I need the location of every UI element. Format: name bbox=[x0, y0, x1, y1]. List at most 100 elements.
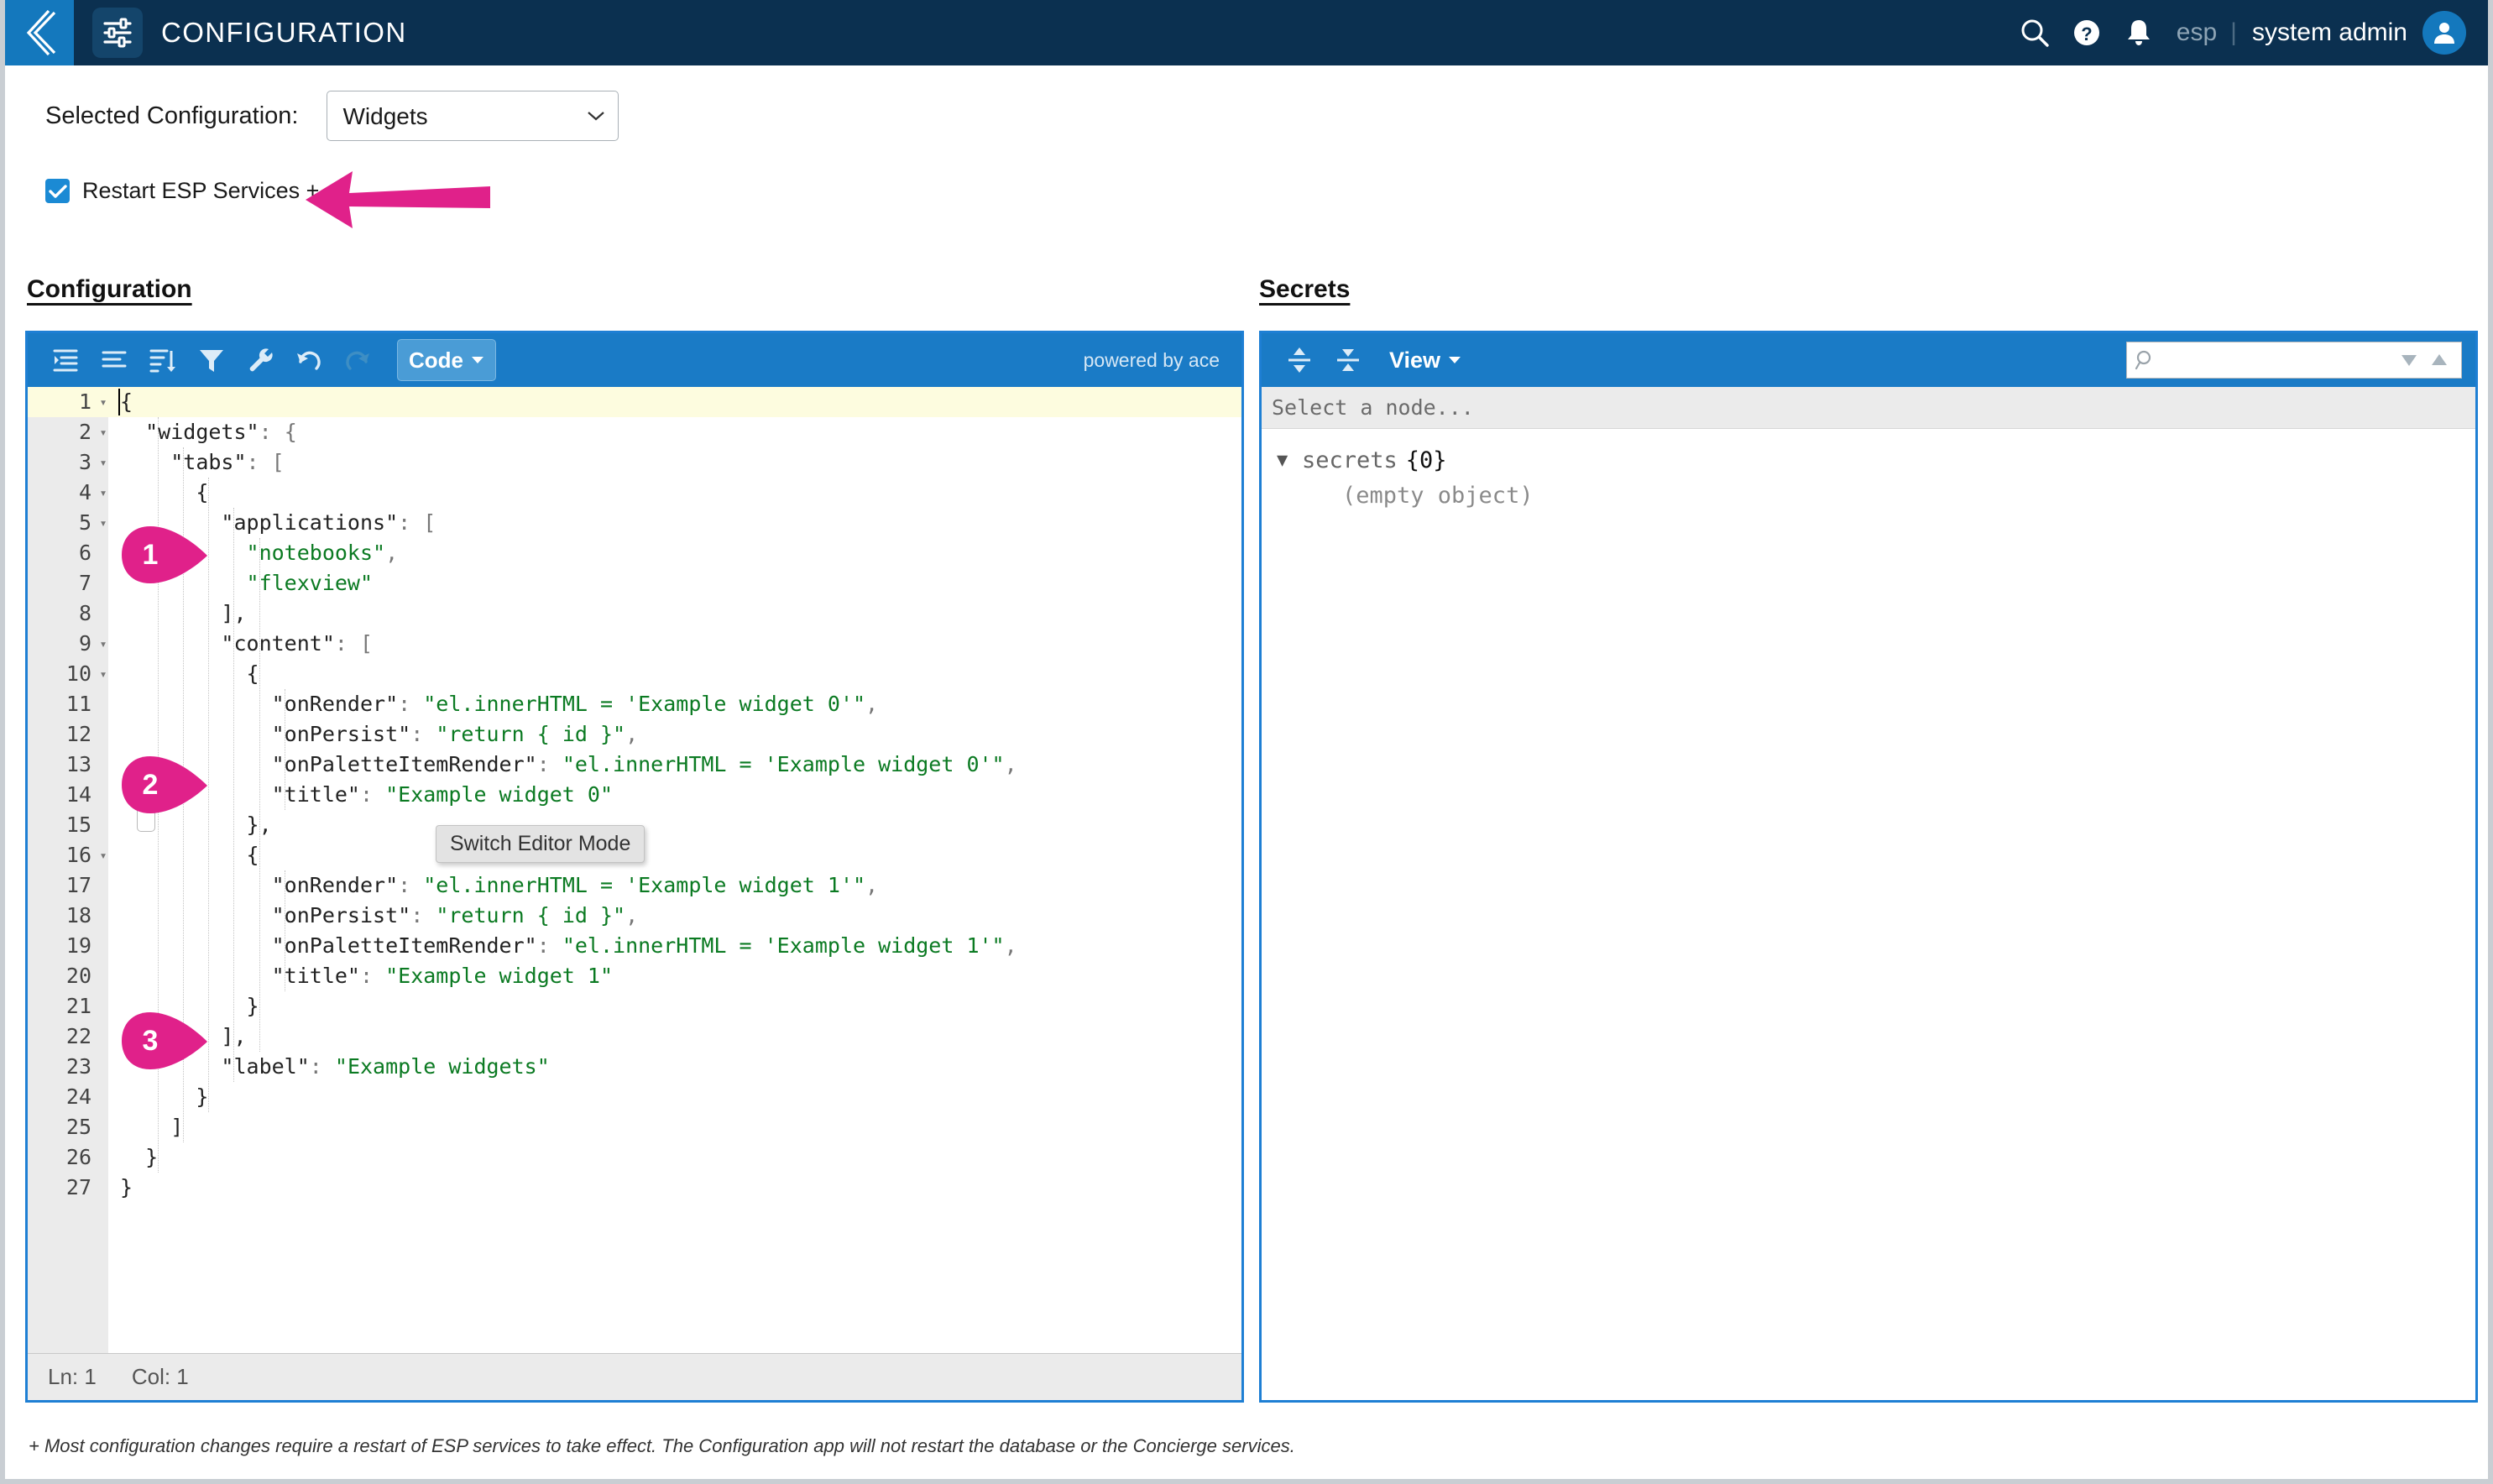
code-line[interactable]: 2 ▾ "widgets": { bbox=[28, 417, 1241, 447]
secrets-search-box[interactable] bbox=[2126, 342, 2462, 379]
code-line[interactable]: 26 } bbox=[28, 1142, 1241, 1173]
fold-toggle-icon[interactable]: ▾ bbox=[95, 417, 112, 447]
code-source: "onPersist": "return { id }", bbox=[271, 722, 639, 746]
code-source: { bbox=[246, 843, 259, 867]
code-line[interactable]: 20 "title": "Example widget 1" bbox=[28, 961, 1241, 991]
line-number: 7 bbox=[78, 571, 91, 595]
editor-status-bar: Ln: 1 Col: 1 bbox=[28, 1353, 1241, 1400]
fold-toggle-icon[interactable]: ▾ bbox=[95, 659, 112, 689]
editor-toolbar: Code powered by ace bbox=[28, 333, 1241, 387]
line-number: 23 bbox=[65, 1054, 91, 1079]
line-number: 6 bbox=[78, 541, 91, 565]
code-line[interactable]: 9 ▾ "content": [ bbox=[28, 629, 1241, 659]
code-source: { bbox=[196, 480, 209, 504]
caret-down-nav-icon[interactable] bbox=[2400, 353, 2418, 368]
code-line[interactable]: 5 ▾ "applications": [ bbox=[28, 508, 1241, 538]
code-line[interactable]: 18 "onPersist": "return { id }", bbox=[28, 901, 1241, 931]
configuration-select[interactable]: Widgets bbox=[327, 91, 619, 141]
line-number: 26 bbox=[65, 1145, 91, 1169]
code-line[interactable]: 19 "onPaletteItemRender": "el.innerHTML … bbox=[28, 931, 1241, 961]
wrench-icon[interactable] bbox=[236, 338, 285, 382]
secrets-tree: ▼ secrets {0} (empty object) bbox=[1262, 429, 2475, 513]
code-line[interactable]: 17 "onRender": "el.innerHTML = 'Example … bbox=[28, 870, 1241, 901]
compact-lines-icon[interactable] bbox=[90, 338, 138, 382]
help-question-icon[interactable]: ? bbox=[2061, 7, 2113, 59]
restart-esp-services-checkbox[interactable] bbox=[45, 179, 70, 203]
line-number: 18 bbox=[65, 903, 91, 928]
secrets-search-input[interactable] bbox=[2156, 348, 2400, 372]
search-icon[interactable] bbox=[2009, 7, 2061, 59]
code-line[interactable]: 11 "onRender": "el.innerHTML = 'Example … bbox=[28, 689, 1241, 719]
selected-configuration-label: Selected Configuration: bbox=[45, 102, 299, 129]
code-line[interactable]: 27} bbox=[28, 1173, 1241, 1203]
filter-funnel-icon[interactable] bbox=[187, 338, 236, 382]
header-actions: ? esp | system admin bbox=[2009, 7, 2488, 59]
redo-arrow-icon bbox=[333, 338, 382, 382]
undo-arrow-icon[interactable] bbox=[285, 338, 333, 382]
line-number: 15 bbox=[65, 813, 91, 837]
tenant-label: esp bbox=[2176, 18, 2218, 46]
username-label: system admin bbox=[2251, 18, 2407, 46]
code-line[interactable]: 4 ▾ { bbox=[28, 478, 1241, 508]
code-source: ] bbox=[170, 1115, 184, 1139]
tree-row-secrets-root[interactable]: ▼ secrets {0} bbox=[1277, 442, 2475, 478]
code-line[interactable]: 22 ], bbox=[28, 1022, 1241, 1052]
code-line[interactable]: 8 ], bbox=[28, 598, 1241, 629]
line-number: 16 bbox=[65, 843, 91, 867]
code-source: "widgets": { bbox=[145, 420, 297, 444]
user-avatar-icon[interactable] bbox=[2422, 11, 2466, 55]
configuration-select-wrapper: Widgets bbox=[327, 91, 619, 141]
code-line[interactable]: 23 "label": "Example widgets" bbox=[28, 1052, 1241, 1082]
code-line[interactable]: 21 } bbox=[28, 991, 1241, 1022]
line-number: 20 bbox=[65, 964, 91, 988]
code-line[interactable]: 14 "title": "Example widget 0" bbox=[28, 780, 1241, 810]
code-source: "onRender": "el.innerHTML = 'Example wid… bbox=[271, 692, 879, 716]
fold-toggle-icon[interactable]: ▾ bbox=[95, 508, 112, 538]
caret-down-icon bbox=[1449, 357, 1461, 363]
code-source: "onPersist": "return { id }", bbox=[271, 903, 639, 928]
bell-icon[interactable] bbox=[2113, 7, 2165, 59]
code-source: { bbox=[120, 389, 133, 414]
fold-toggle-icon[interactable]: ▾ bbox=[95, 387, 112, 417]
collapse-all-icon[interactable] bbox=[1324, 338, 1372, 382]
tree-root-count: {0} bbox=[1405, 447, 1447, 473]
fold-toggle-icon[interactable]: ▾ bbox=[95, 447, 112, 478]
footnote-text: + Most configuration changes require a r… bbox=[29, 1435, 1295, 1456]
code-line[interactable]: 7 "flexview" bbox=[28, 568, 1241, 598]
selected-configuration-row: Selected Configuration: Widgets bbox=[45, 91, 619, 141]
code-source: { bbox=[246, 661, 259, 686]
callout-balloon-3: 3 bbox=[122, 1012, 209, 1069]
code-line[interactable]: 12 "onPersist": "return { id }", bbox=[28, 719, 1241, 750]
fold-toggle-icon[interactable]: ▾ bbox=[95, 478, 112, 508]
select-node-bar[interactable]: Select a node... bbox=[1262, 387, 2475, 429]
triangle-down-icon[interactable]: ▼ bbox=[1277, 450, 1302, 471]
code-line[interactable]: 25 ] bbox=[28, 1112, 1241, 1142]
secrets-toolbar: View bbox=[1262, 333, 2475, 387]
view-menu-button[interactable]: View bbox=[1389, 347, 1461, 374]
editor-mode-button[interactable]: Code bbox=[397, 339, 496, 381]
line-number: 13 bbox=[65, 752, 91, 776]
indent-lines-icon[interactable] bbox=[41, 338, 90, 382]
callout-number: 2 bbox=[142, 768, 159, 801]
code-line[interactable]: 13 "onPaletteItemRender": "el.innerHTML … bbox=[28, 750, 1241, 780]
sliders-configuration-icon bbox=[92, 8, 143, 58]
caret-up-nav-icon[interactable] bbox=[2430, 353, 2449, 368]
code-line[interactable]: 6 "notebooks", bbox=[28, 538, 1241, 568]
restart-esp-services-label: Restart ESP Services + bbox=[82, 178, 320, 203]
code-source: "onPaletteItemRender": "el.innerHTML = '… bbox=[271, 752, 1017, 776]
fold-toggle-icon[interactable]: ▾ bbox=[95, 840, 112, 870]
sort-lines-icon[interactable] bbox=[138, 338, 187, 382]
code-line[interactable]: 3 ▾ "tabs": [ bbox=[28, 447, 1241, 478]
code-line[interactable]: 24 } bbox=[28, 1082, 1241, 1112]
line-number: 9 bbox=[78, 631, 91, 656]
code-editor-area[interactable]: 1 ▾{2 ▾ "widgets": {3 ▾ "tabs": [4 ▾ {5 ▾ "ap… bbox=[28, 387, 1241, 1353]
line-number: 21 bbox=[65, 994, 91, 1018]
back-button[interactable] bbox=[5, 0, 74, 65]
code-line[interactable]: 10 ▾ { bbox=[28, 659, 1241, 689]
fold-toggle-icon[interactable]: ▾ bbox=[95, 629, 112, 659]
code-line[interactable]: 1 ▾ { bbox=[28, 387, 1241, 417]
text-caret bbox=[118, 389, 120, 415]
expand-all-icon[interactable] bbox=[1275, 338, 1324, 382]
restart-services-row: Restart ESP Services + bbox=[45, 178, 319, 204]
line-number: 2 bbox=[78, 420, 91, 444]
